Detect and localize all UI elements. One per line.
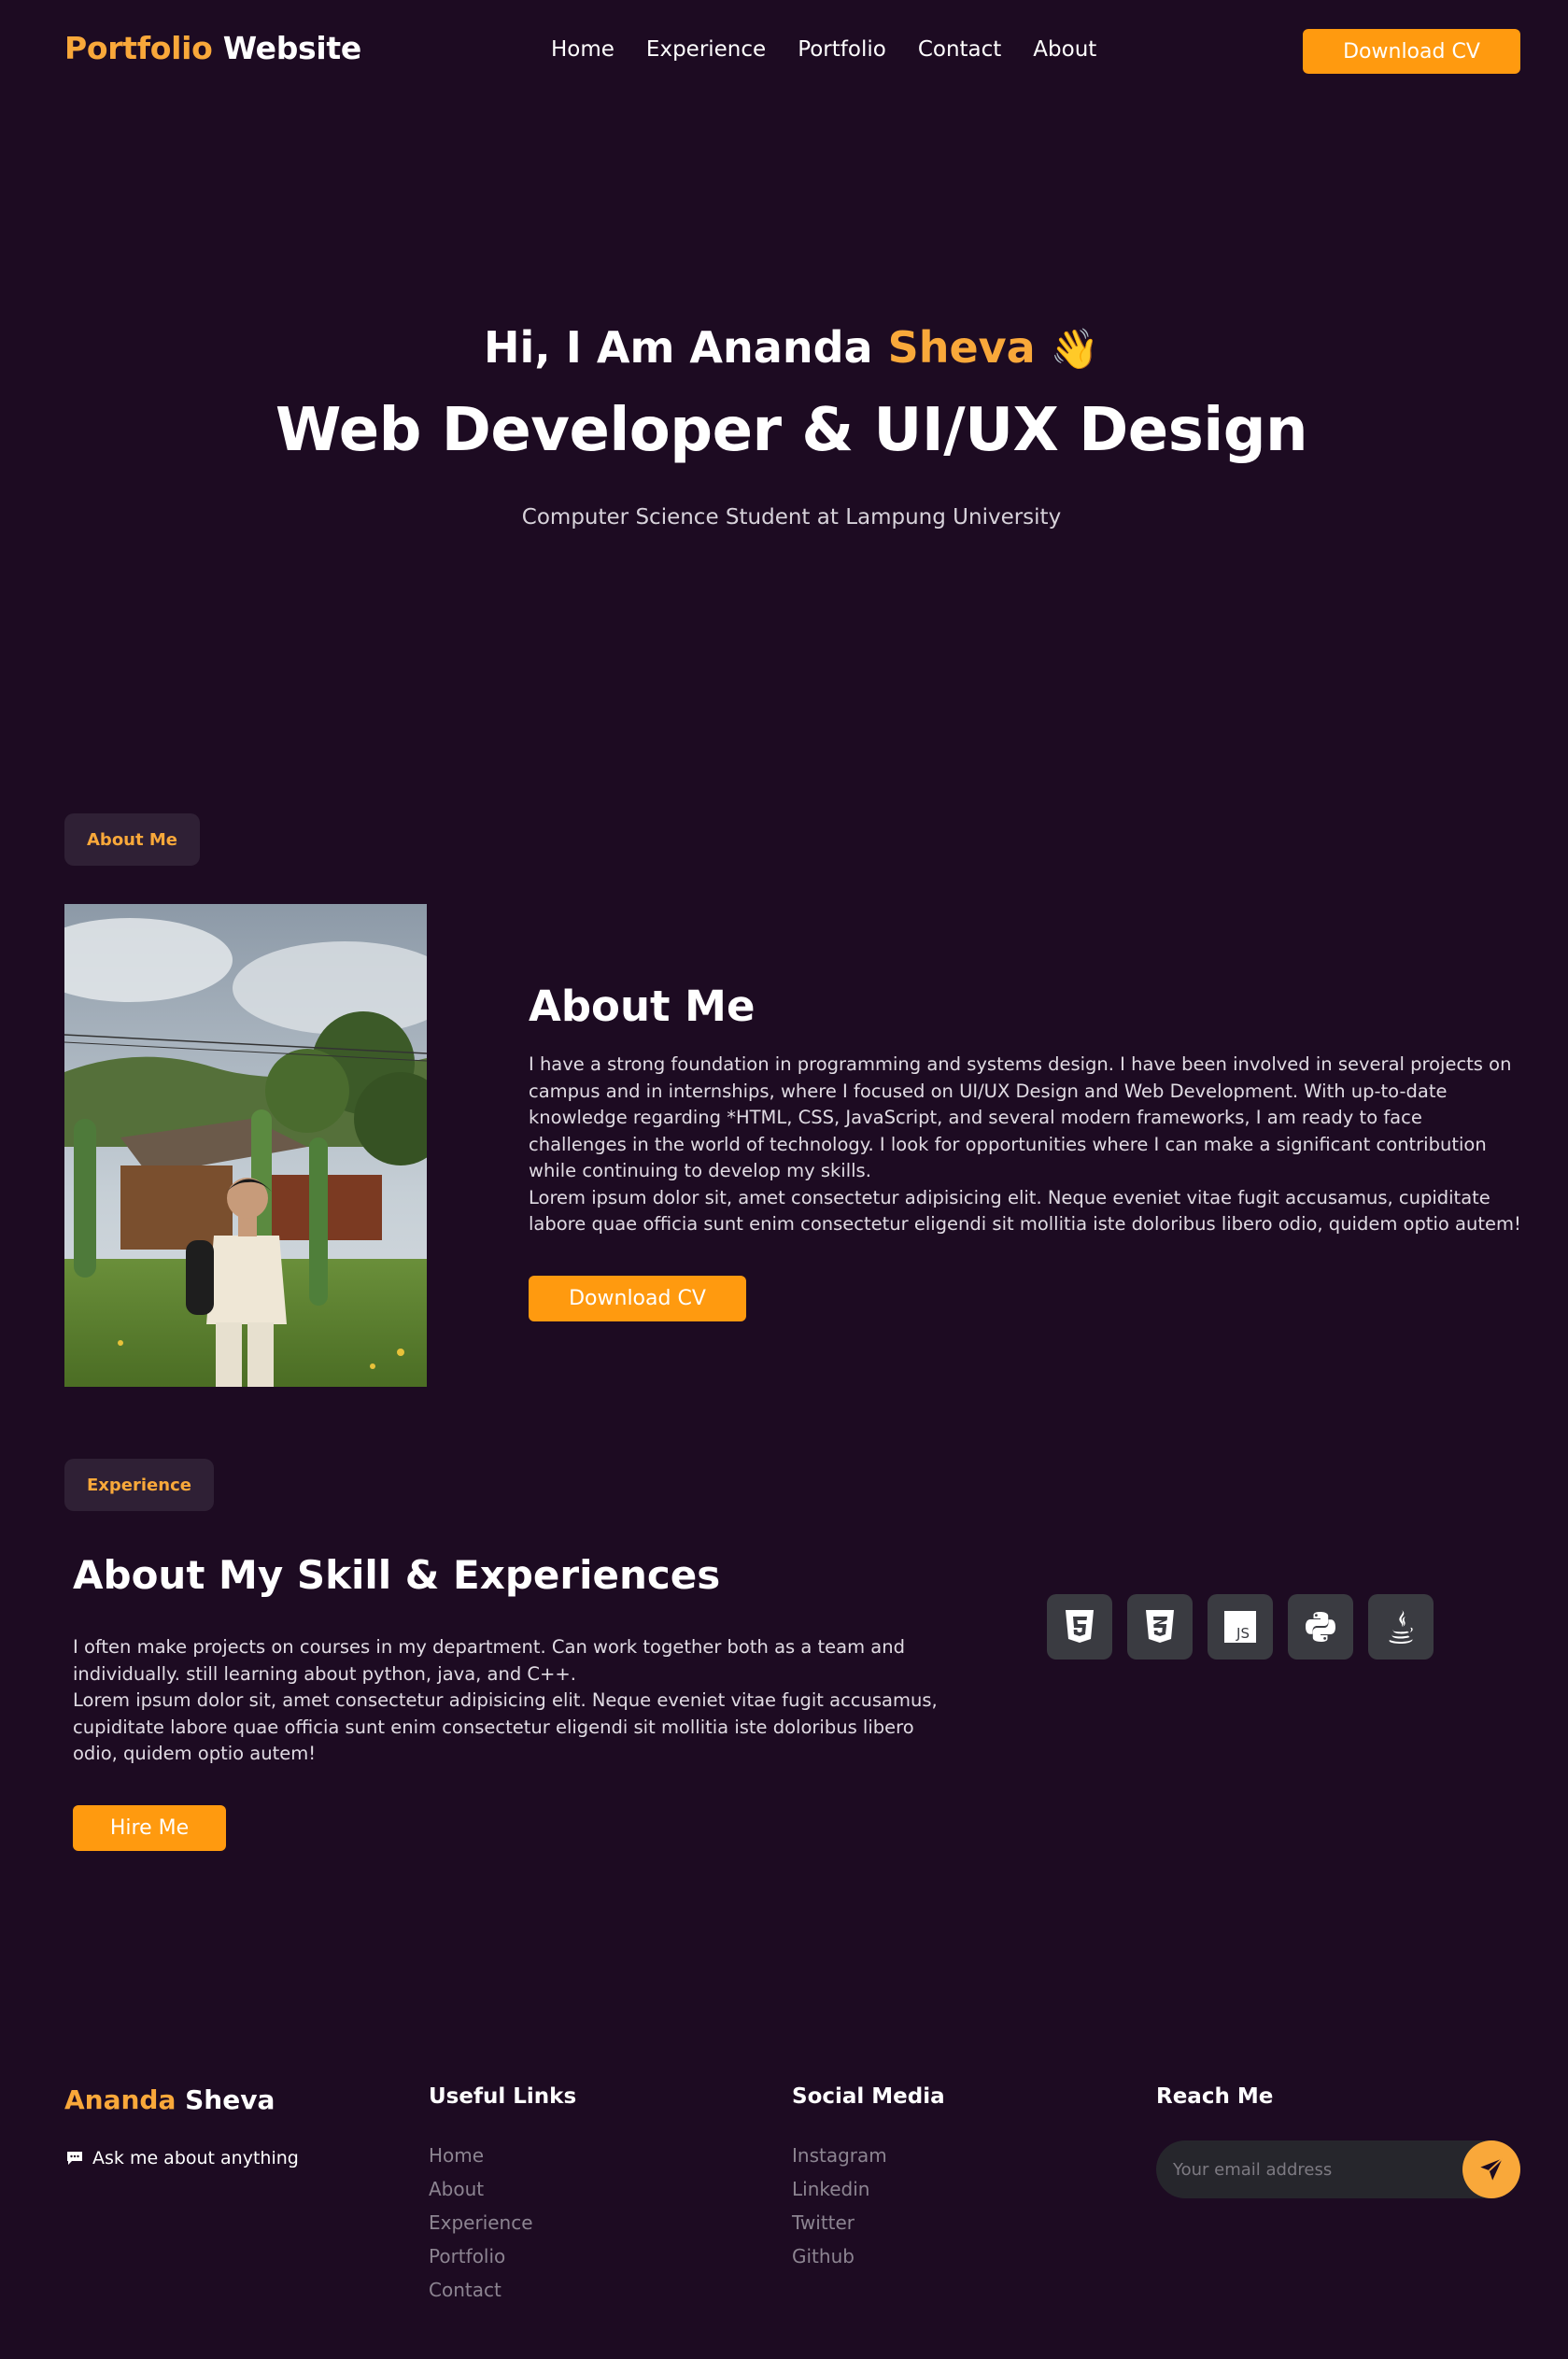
brand-highlight: Portfolio <box>64 30 213 66</box>
footer-tagline: Ask me about anything <box>66 2148 299 2168</box>
social-link-github[interactable]: Github <box>792 2245 887 2268</box>
useful-links-list: Home About Experience Portfolio Contact <box>429 2144 533 2302</box>
paper-plane-icon <box>1480 2157 1504 2181</box>
experience-badge: Experience <box>64 1459 214 1511</box>
site-brand[interactable]: Portfolio Website <box>64 30 361 66</box>
nav-link-about[interactable]: About <box>1033 37 1096 62</box>
email-input[interactable] <box>1156 2159 1436 2180</box>
social-link-linkedin[interactable]: Linkedin <box>792 2178 887 2201</box>
nav-link-home[interactable]: Home <box>551 37 614 62</box>
social-link-instagram[interactable]: Instagram <box>792 2144 887 2168</box>
about-badge: About Me <box>64 813 200 866</box>
about-title: About Me <box>529 982 756 1031</box>
css3-icon <box>1127 1594 1193 1660</box>
about-paragraph-2: Lorem ipsum dolor sit, amet consectetur … <box>529 1186 1521 1236</box>
about-paragraph-1: I have a strong foundation in programmin… <box>529 1053 1512 1181</box>
java-icon <box>1368 1594 1434 1660</box>
nav-link-contact[interactable]: Contact <box>918 37 1001 62</box>
experience-description: I often make projects on courses in my d… <box>73 1634 951 1768</box>
main-nav: Home Experience Portfolio Contact About <box>551 37 1096 62</box>
skills-list: JS <box>1047 1594 1434 1660</box>
chat-bubble-icon <box>67 2152 82 2165</box>
social-link-twitter[interactable]: Twitter <box>792 2211 887 2235</box>
email-subscribe-form <box>1156 2140 1520 2198</box>
social-links-list: Instagram Linkedin Twitter Github <box>792 2144 887 2268</box>
footer-brand-rest: Sheva <box>185 2084 275 2115</box>
send-button[interactable] <box>1462 2140 1520 2198</box>
python-icon <box>1288 1594 1353 1660</box>
footer-link-portfolio[interactable]: Portfolio <box>429 2245 533 2268</box>
experience-paragraph-2: Lorem ipsum dolor sit, amet consectetur … <box>73 1689 938 1764</box>
footer-tagline-text: Ask me about anything <box>92 2148 299 2168</box>
html5-icon <box>1047 1594 1112 1660</box>
footer-link-experience[interactable]: Experience <box>429 2211 533 2235</box>
footer-link-about[interactable]: About <box>429 2178 533 2201</box>
footer-link-contact[interactable]: Contact <box>429 2279 533 2302</box>
hero-title: Web Developer & UI/UX Design <box>275 396 1308 465</box>
nav-link-portfolio[interactable]: Portfolio <box>798 37 886 62</box>
brand-rest: Website <box>222 30 362 66</box>
experience-title: About My Skill & Experiences <box>73 1552 721 1598</box>
waving-hand-icon: 👋 <box>1050 326 1099 372</box>
footer-brand: Ananda Sheva <box>64 2084 275 2115</box>
experience-paragraph-1: I often make projects on courses in my d… <box>73 1636 905 1685</box>
hero-greeting: Hi, I Am Ananda Sheva 👋 <box>0 322 1568 373</box>
navbar: Portfolio Website Home Experience Portfo… <box>0 0 1568 103</box>
profile-photo-illustration <box>64 904 427 1387</box>
reach-me-heading: Reach Me <box>1156 2084 1274 2109</box>
about-download-cv-button[interactable]: Download CV <box>529 1276 746 1321</box>
hero-subtitle: Computer Science Student at Lampung Univ… <box>521 505 1062 530</box>
social-media-heading: Social Media <box>792 2084 945 2109</box>
hire-me-button[interactable]: Hire Me <box>73 1805 226 1851</box>
hero-greeting-prefix: Hi, I Am Ananda <box>484 322 873 373</box>
nav-download-cv-button[interactable]: Download CV <box>1303 29 1520 74</box>
useful-links-heading: Useful Links <box>429 2084 577 2109</box>
footer-link-home[interactable]: Home <box>429 2144 533 2168</box>
footer-brand-highlight: Ananda <box>64 2084 177 2115</box>
javascript-icon-label: JS <box>1236 1625 1250 1642</box>
profile-photo <box>64 904 427 1387</box>
nav-link-experience[interactable]: Experience <box>646 37 766 62</box>
about-description: I have a strong foundation in programmin… <box>529 1052 1523 1238</box>
hero-greeting-name: Sheva <box>887 322 1036 373</box>
javascript-icon: JS <box>1208 1594 1273 1660</box>
